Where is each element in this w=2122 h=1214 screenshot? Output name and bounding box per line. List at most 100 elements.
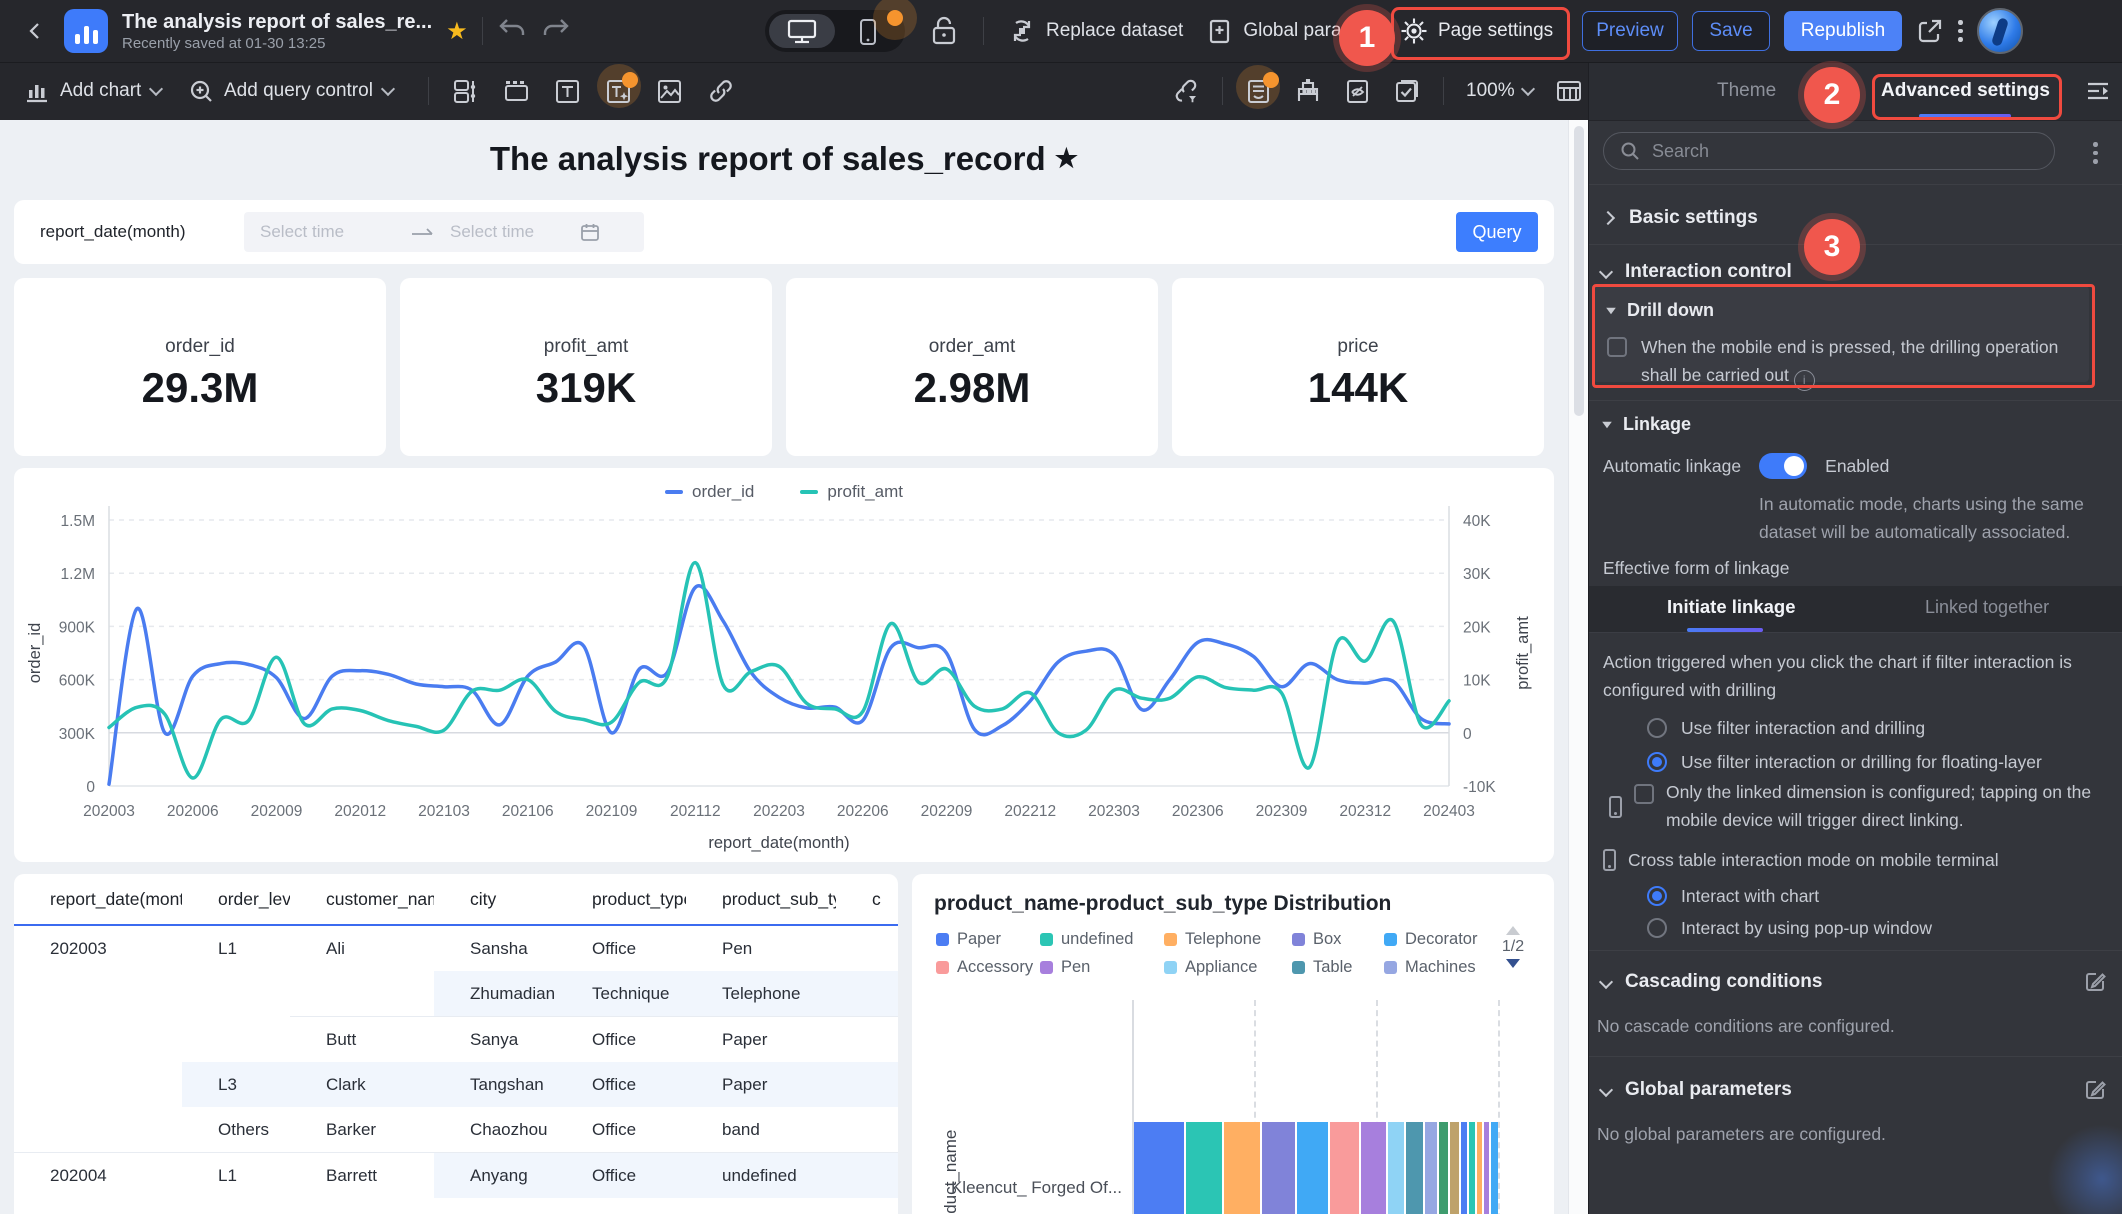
bar-segment[interactable]	[1134, 1122, 1184, 1214]
legend-item[interactable]: undefined	[1040, 930, 1164, 949]
linkage-section-header[interactable]: Linkage	[1601, 414, 1691, 435]
legend-item[interactable]: order_id	[665, 482, 754, 502]
bar-segment[interactable]	[1469, 1122, 1476, 1214]
legend-item[interactable]: Paper	[936, 930, 1040, 949]
radio-filter-or-floating[interactable]: Use filter interaction or drilling for f…	[1647, 748, 2042, 776]
query-button[interactable]: Query	[1456, 212, 1538, 252]
edit-icon[interactable]	[2083, 1078, 2107, 1102]
table-row[interactable]: JieyangOfficeBox	[14, 1198, 898, 1214]
bar-segment[interactable]	[1185, 1122, 1223, 1214]
bar-segment[interactable]	[1296, 1122, 1329, 1214]
search-input[interactable]	[1650, 139, 2014, 163]
table-row[interactable]: 202004 L1 Barrett Anyang Office undefined	[14, 1152, 898, 1198]
kpi-card-order-id[interactable]: order_id 29.3M	[14, 278, 386, 456]
column-header[interactable]: order_level	[182, 874, 290, 926]
kpi-card-price[interactable]: price 144K	[1172, 278, 1544, 456]
link-icon[interactable]	[707, 77, 735, 105]
bar-segment[interactable]	[1387, 1122, 1405, 1214]
linked-dimension-option[interactable]: Only the linked dimension is configured;…	[1609, 778, 2094, 834]
section-global-parameters[interactable]: Global parameters	[1589, 1068, 2122, 1112]
device-toggle[interactable]	[765, 0, 917, 52]
text-icon[interactable]	[554, 78, 581, 105]
undo-icon[interactable]	[497, 16, 527, 47]
linked-dimension-checkbox[interactable]	[1634, 784, 1654, 804]
pager-down-icon[interactable]	[1506, 959, 1520, 968]
legend-item[interactable]: Machines	[1384, 958, 1496, 977]
bar-segment[interactable]	[1450, 1122, 1460, 1214]
widget-layout-icon[interactable]	[452, 78, 479, 105]
bar-segment[interactable]	[1424, 1122, 1437, 1214]
legend-item[interactable]: Decorator	[1384, 930, 1496, 949]
column-header[interactable]: customer_name	[290, 874, 434, 926]
kpi-card-profit-amt[interactable]: profit_amt 319K	[400, 278, 772, 456]
bar-segment[interactable]	[1361, 1122, 1386, 1214]
table-row[interactable]: L3 Clark Tangshan Office Paper	[14, 1062, 898, 1107]
bar-segment[interactable]	[1484, 1122, 1489, 1214]
table-row[interactable]: Zhumadian Technique Telephone	[14, 971, 898, 1017]
table-chart-card[interactable]: report_date(month)order_levelcustomer_na…	[14, 874, 898, 1214]
radio-interact-popup[interactable]: Interact by using pop-up window	[1647, 914, 1932, 942]
lock-icon[interactable]	[929, 15, 959, 47]
column-header[interactable]: report_date(month)	[14, 874, 182, 926]
multi-select-icon[interactable]	[1393, 77, 1421, 105]
legend-item[interactable]: Appliance	[1164, 958, 1292, 977]
image-icon[interactable]	[656, 78, 683, 105]
save-button[interactable]: Save	[1692, 11, 1770, 51]
tab-initiate-linkage[interactable]: Initiate linkage	[1667, 596, 1796, 618]
back-icon[interactable]	[20, 16, 50, 46]
collapse-panel-icon[interactable]	[2085, 79, 2111, 103]
pagination-settings-icon[interactable]	[1555, 78, 1583, 104]
canvas-scrollbar[interactable]	[1568, 120, 1589, 1214]
add-chart-button[interactable]: Add chart	[24, 62, 164, 120]
hide-preview-icon[interactable]	[1344, 78, 1371, 105]
legend-item[interactable]: Accessory	[936, 958, 1040, 977]
add-query-control-button[interactable]: Add query control	[188, 62, 395, 120]
bar-chart-card[interactable]: product_name-product_sub_type Distributi…	[912, 874, 1554, 1214]
table-row[interactable]: Others Barker Chaozhou Office band	[14, 1107, 898, 1153]
column-header[interactable]: c	[836, 874, 898, 926]
legend-item[interactable]: profit_amt	[800, 482, 903, 502]
legend-item[interactable]: Pen	[1040, 958, 1164, 977]
bar-segment[interactable]	[1438, 1122, 1449, 1214]
date-range-picker[interactable]: Select time Select time	[244, 212, 644, 252]
scrollbar-thumb[interactable]	[1574, 126, 1584, 416]
clean-brush-icon[interactable]	[1294, 77, 1322, 105]
bar-segment[interactable]	[1406, 1122, 1423, 1214]
replace-dataset-button[interactable]: Replace dataset	[1008, 17, 1183, 45]
column-header[interactable]: product_sub_type	[686, 874, 836, 926]
tab-container-icon[interactable]	[503, 78, 530, 105]
legend-item[interactable]: Table	[1292, 958, 1384, 977]
table-row[interactable]: Butt Sanya Office Paper	[14, 1017, 898, 1063]
bar-segment[interactable]	[1224, 1122, 1261, 1214]
bar-segment[interactable]	[1262, 1122, 1295, 1214]
zoom-control[interactable]: 100%	[1466, 80, 1535, 102]
pager-up-icon[interactable]	[1506, 926, 1520, 935]
redo-icon[interactable]	[541, 16, 571, 47]
bar-segment[interactable]	[1330, 1122, 1359, 1214]
column-header[interactable]: city	[434, 874, 556, 926]
avatar[interactable]	[1976, 8, 2023, 54]
legend-item[interactable]: Box	[1292, 930, 1384, 949]
line-chart-card[interactable]: order_id profit_amt 0 300K 600K 900K 1.2M 1.5…	[14, 468, 1554, 862]
preview-button[interactable]: Preview	[1582, 11, 1678, 51]
line-chart[interactable]: 0 300K 600K 900K 1.2M 1.5M -10K 0 10K 20K 30K 40K 20…	[14, 468, 1554, 862]
republish-button[interactable]: Republish	[1784, 11, 1902, 51]
column-header[interactable]: product_type	[556, 874, 686, 926]
table-row[interactable]: 202003 L1 Ali Sansha Office Pen	[14, 925, 898, 971]
tab-linked-together[interactable]: Linked together	[1925, 597, 2049, 618]
kpi-card-order-amt[interactable]: order_amt 2.98M	[786, 278, 1158, 456]
edit-icon[interactable]	[2083, 970, 2107, 994]
more-menu-icon[interactable]	[1958, 20, 1963, 42]
share-icon[interactable]	[1916, 17, 1944, 45]
bar-segment[interactable]	[1461, 1122, 1467, 1214]
search-more-icon[interactable]	[2093, 142, 2098, 164]
stacked-bar[interactable]	[1134, 1122, 1499, 1214]
legend-item[interactable]: Telephone	[1164, 930, 1292, 949]
favorite-star-icon[interactable]: ★	[446, 17, 468, 46]
panel-search[interactable]	[1603, 132, 2055, 170]
link-filter-icon[interactable]	[1172, 77, 1200, 105]
section-cascading-conditions[interactable]: Cascading conditions	[1589, 960, 2122, 1004]
radio-filter-and-drilling[interactable]: Use filter interaction and drilling	[1647, 714, 1925, 742]
bar-segment[interactable]	[1490, 1122, 1499, 1214]
tab-theme[interactable]: Theme	[1717, 62, 1776, 120]
